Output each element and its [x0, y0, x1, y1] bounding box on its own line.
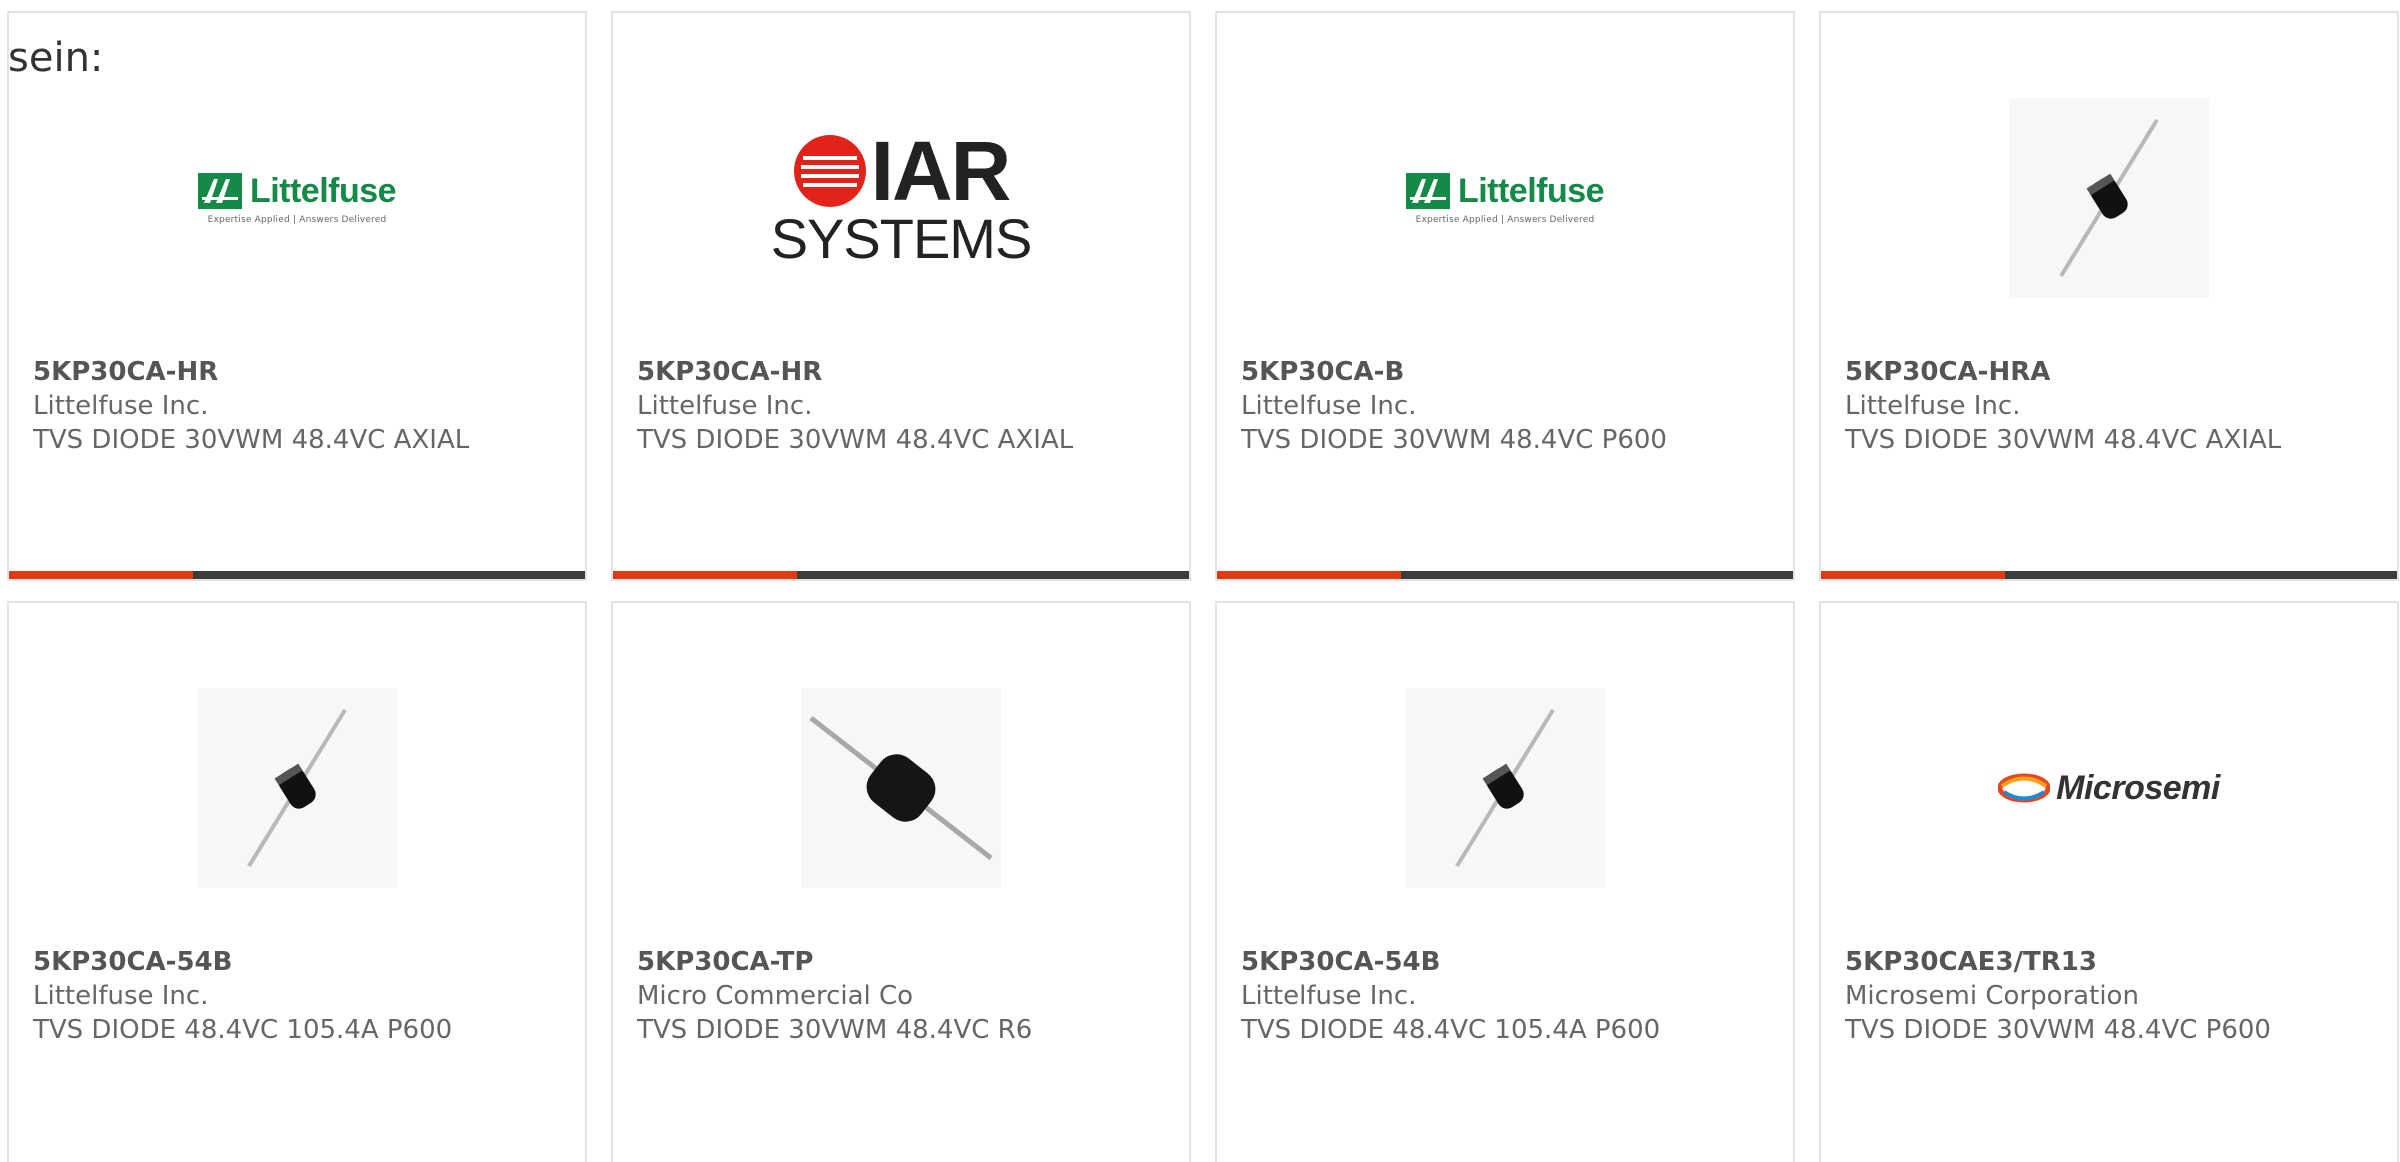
littelfuse-logo: Littelfuse Expertise Applied | Answers D…	[197, 171, 397, 225]
part-number[interactable]: 5KP30CA-HR	[33, 355, 571, 389]
card-progress-bar	[613, 571, 1189, 579]
description: TVS DIODE 48.4VC 105.4A P600	[33, 1015, 453, 1045]
product-image	[9, 663, 585, 913]
product-image	[1217, 663, 1793, 913]
microsemi-logo: Microsemi	[1998, 769, 2220, 808]
description: TVS DIODE 30VWM 48.4VC R6	[637, 1015, 1033, 1045]
part-number[interactable]: 5KP30CA-54B	[1241, 945, 1779, 979]
part-number[interactable]: 5KP30CA-TP	[637, 945, 1175, 979]
description: TVS DIODE 30VWM 48.4VC P600	[1241, 425, 1667, 455]
manufacturer: Littelfuse Inc.	[1241, 391, 1417, 421]
product-card[interactable]: 5KP30CA-54B Littelfuse Inc. TVS DIODE 48…	[1215, 601, 1795, 1162]
product-card[interactable]: 5KP30CA-HRA Littelfuse Inc. TVS DIODE 30…	[1819, 11, 2399, 581]
iar-wordmark: IAR	[870, 124, 1012, 218]
product-list-page: sein: Littelfuse Expertise Applied | Ans…	[0, 0, 2400, 1162]
product-image: Littelfuse Expertise Applied | Answers D…	[9, 73, 585, 323]
iar-systems-logo: IAR SYSTEMS	[770, 124, 1033, 270]
manufacturer: Littelfuse Inc.	[33, 981, 209, 1011]
manufacturer: Micro Commercial Co	[637, 981, 914, 1011]
axial-diode-photo	[1405, 688, 1605, 888]
large-axial-diode-photo	[801, 688, 1001, 888]
product-image: Microsemi	[1821, 663, 2397, 913]
product-image	[1821, 73, 2397, 323]
product-image	[613, 663, 1189, 913]
description: TVS DIODE 30VWM 48.4VC AXIAL	[33, 425, 470, 455]
part-number[interactable]: 5KP30CA-B	[1241, 355, 1779, 389]
manufacturer: Littelfuse Inc.	[33, 391, 209, 421]
littelfuse-wordmark: Littelfuse	[1457, 171, 1605, 210]
littelfuse-mark-icon	[197, 173, 242, 209]
microsemi-wordmark: Microsemi	[2056, 768, 2220, 807]
product-info: 5KP30CA-HRA Littelfuse Inc. TVS DIODE 30…	[1845, 355, 2383, 457]
card-progress-accent	[1821, 571, 2006, 579]
intro-text: sein:	[8, 35, 104, 81]
product-info: 5KP30CA-HR Littelfuse Inc. TVS DIODE 30V…	[33, 355, 571, 457]
product-info: 5KP30CA-54B Littelfuse Inc. TVS DIODE 48…	[1241, 945, 1779, 1047]
littelfuse-tagline: Expertise Applied | Answers Delivered	[1415, 214, 1595, 225]
description: TVS DIODE 48.4VC 105.4A P600	[1241, 1015, 1661, 1045]
card-progress-bar	[1217, 571, 1793, 579]
microsemi-swirl-icon	[1998, 773, 2051, 803]
description: TVS DIODE 30VWM 48.4VC AXIAL	[1845, 425, 2282, 455]
card-progress-accent	[1217, 571, 1402, 579]
manufacturer: Microsemi Corporation	[1845, 981, 2139, 1011]
manufacturer: Littelfuse Inc.	[1845, 391, 2021, 421]
part-number[interactable]: 5KP30CA-HRA	[1845, 355, 2383, 389]
manufacturer: Littelfuse Inc.	[637, 391, 813, 421]
product-info: 5KP30CA-B Littelfuse Inc. TVS DIODE 30VW…	[1241, 355, 1779, 457]
product-card[interactable]: 5KP30CA-TP Micro Commercial Co TVS DIODE…	[611, 601, 1191, 1162]
axial-diode-photo	[197, 688, 397, 888]
product-image: IAR SYSTEMS	[613, 73, 1189, 323]
manufacturer: Littelfuse Inc.	[1241, 981, 1417, 1011]
product-grid: Littelfuse Expertise Applied | Answers D…	[7, 11, 2399, 1162]
product-image: Littelfuse Expertise Applied | Answers D…	[1217, 73, 1793, 323]
card-progress-accent	[613, 571, 798, 579]
littelfuse-tagline: Expertise Applied | Answers Delivered	[207, 214, 387, 225]
littelfuse-logo: Littelfuse Expertise Applied | Answers D…	[1405, 171, 1605, 225]
product-card[interactable]: 5KP30CA-54B Littelfuse Inc. TVS DIODE 48…	[7, 601, 587, 1162]
part-number[interactable]: 5KP30CA-54B	[33, 945, 571, 979]
card-progress-bar	[1821, 571, 2397, 579]
product-card[interactable]: Microsemi 5KP30CAE3/TR13 Microsemi Corpo…	[1819, 601, 2399, 1162]
littelfuse-wordmark: Littelfuse	[249, 171, 397, 210]
littelfuse-mark-icon	[1405, 173, 1450, 209]
product-info: 5KP30CA-TP Micro Commercial Co TVS DIODE…	[637, 945, 1175, 1047]
product-info: 5KP30CA-HR Littelfuse Inc. TVS DIODE 30V…	[637, 355, 1175, 457]
card-progress-accent	[9, 571, 194, 579]
description: TVS DIODE 30VWM 48.4VC AXIAL	[637, 425, 1074, 455]
axial-diode-photo	[2009, 98, 2209, 298]
description: TVS DIODE 30VWM 48.4VC P600	[1845, 1015, 2271, 1045]
part-number[interactable]: 5KP30CA-HR	[637, 355, 1175, 389]
product-info: 5KP30CA-54B Littelfuse Inc. TVS DIODE 48…	[33, 945, 571, 1047]
product-info: 5KP30CAE3/TR13 Microsemi Corporation TVS…	[1845, 945, 2383, 1047]
card-progress-bar	[9, 571, 585, 579]
iar-circle-icon	[793, 135, 866, 207]
iar-systems-text: SYSTEMS	[770, 207, 1033, 270]
product-card[interactable]: Littelfuse Expertise Applied | Answers D…	[1215, 11, 1795, 581]
product-card[interactable]: IAR SYSTEMS 5KP30CA-HR Littelfuse Inc. T…	[611, 11, 1191, 581]
product-card[interactable]: Littelfuse Expertise Applied | Answers D…	[7, 11, 587, 581]
part-number[interactable]: 5KP30CAE3/TR13	[1845, 945, 2383, 979]
